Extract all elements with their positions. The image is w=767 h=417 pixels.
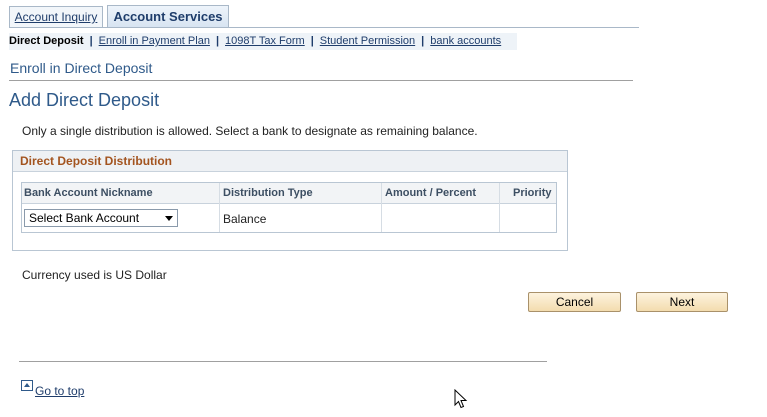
subnav-separator: | xyxy=(89,35,93,47)
column-divider xyxy=(381,183,382,232)
go-to-top-link[interactable]: Go to top xyxy=(35,384,84,398)
tab-account-inquiry-label: Account Inquiry xyxy=(14,10,98,24)
mouse-cursor-icon xyxy=(454,389,468,409)
bank-account-select[interactable]: Select Bank Account xyxy=(24,209,178,227)
subnav-link-1098t[interactable]: 1098T Tax Form xyxy=(225,35,305,47)
subnav-separator: | xyxy=(215,35,220,47)
subnav-link-student-permission[interactable]: Student Permission xyxy=(320,35,415,47)
next-button[interactable]: Next xyxy=(636,292,728,312)
column-divider xyxy=(499,183,500,232)
subnav-bar: Direct Deposit | Enroll in Payment Plan | 10… xyxy=(9,33,517,50)
tab-account-services-label: Account Services xyxy=(113,9,223,24)
title-divider xyxy=(9,80,633,81)
tab-account-services[interactable]: Account Services xyxy=(107,5,229,28)
subnav-separator: | xyxy=(310,35,314,47)
bank-account-select-value: Select Bank Account xyxy=(29,211,140,225)
group-title: Direct Deposit Distribution xyxy=(20,154,173,168)
subnav-current-direct-deposit: Direct Deposit xyxy=(9,35,84,47)
go-to-top-icon[interactable] xyxy=(21,380,33,391)
column-header-amount-percent: Amount / Percent xyxy=(385,187,477,199)
page-title: Add Direct Deposit xyxy=(9,90,160,110)
bottom-divider xyxy=(19,361,547,362)
subnav-link-payment-plan[interactable]: Enroll in Payment Plan xyxy=(99,35,210,47)
column-divider xyxy=(219,183,220,232)
tab-divider xyxy=(9,27,639,28)
chevron-down-icon xyxy=(165,216,173,221)
distribution-type-value: Balance xyxy=(223,212,267,226)
subnav-separator: | xyxy=(421,35,425,47)
column-header-distribution-type: Distribution Type xyxy=(223,187,313,199)
cancel-button[interactable]: Cancel xyxy=(528,292,621,312)
breadcrumb-title: Enroll in Direct Deposit xyxy=(10,60,153,76)
subnav-link-bank-accounts[interactable]: bank accounts xyxy=(430,35,501,47)
column-header-bank-nickname: Bank Account Nickname xyxy=(24,187,153,199)
tab-account-inquiry[interactable]: Account Inquiry xyxy=(9,6,103,27)
instructions-text: Only a single distribution is allowed. S… xyxy=(22,124,478,138)
column-header-priority: Priority xyxy=(513,187,552,199)
currency-text: Currency used is US Dollar xyxy=(22,268,167,282)
